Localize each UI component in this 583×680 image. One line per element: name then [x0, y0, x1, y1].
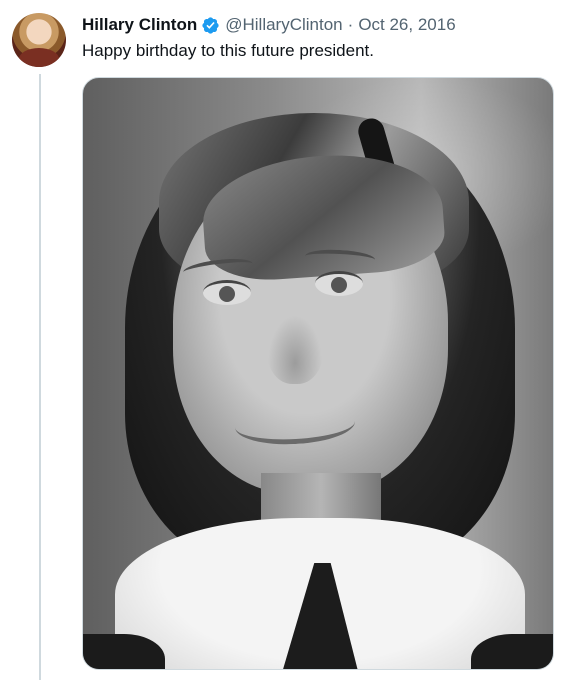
author-name[interactable]: Hillary Clinton	[82, 14, 197, 36]
tweet-text: Happy birthday to this future president.	[82, 41, 374, 60]
photo-right-eye	[315, 271, 363, 296]
author-handle[interactable]: @HillaryClinton	[225, 14, 342, 36]
author-avatar[interactable]	[12, 13, 66, 67]
photo-nose	[267, 314, 323, 384]
tweet-header: Hillary Clinton @HillaryClinton · Oct 26…	[82, 14, 456, 36]
photo-left-eye	[203, 280, 251, 305]
tweet-date[interactable]: Oct 26, 2016	[358, 14, 455, 36]
verified-badge-icon	[202, 16, 219, 34]
tweet-card[interactable]: Hillary Clinton @HillaryClinton · Oct 26…	[0, 0, 583, 680]
header-separator: ·	[347, 15, 354, 34]
tweet-photo[interactable]	[82, 77, 554, 670]
thread-line	[39, 74, 41, 680]
